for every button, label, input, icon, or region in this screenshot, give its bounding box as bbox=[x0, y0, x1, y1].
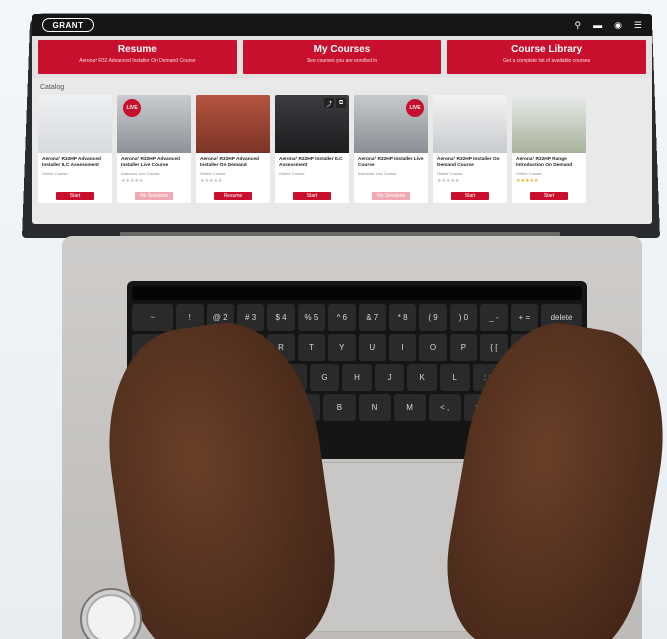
menu-icon[interactable]: ☰ bbox=[634, 20, 642, 31]
course-title: Aerona³ R32HP Advanced Installer Live Co… bbox=[121, 157, 180, 168]
keyboard-key[interactable]: I bbox=[388, 334, 417, 361]
photo-stage: GRANT ⚲ ▬ ◉ ☰ Resume Aerona³ R32 Advance… bbox=[0, 0, 667, 639]
keyboard-key[interactable]: ) 0 bbox=[449, 304, 478, 331]
nav-subtitle: Aerona³ R32 Advanced Installer On Demand… bbox=[79, 58, 196, 64]
nav-subtitle: Get a complete list of available courses bbox=[503, 58, 591, 64]
course-thumbnail bbox=[433, 95, 507, 153]
course-thumbnail bbox=[196, 95, 270, 153]
keyboard-key[interactable]: G bbox=[309, 364, 340, 391]
course-thumbnail bbox=[512, 95, 586, 153]
keyboard-key[interactable]: _ - bbox=[480, 304, 508, 331]
message-icon[interactable]: ▬ bbox=[593, 20, 602, 31]
course-title: Aerona³ R32HP Installer Live Course bbox=[358, 157, 424, 168]
live-badge-icon: LIVE bbox=[406, 99, 424, 117]
course-type: Online Course bbox=[516, 171, 542, 176]
live-badge-icon: LIVE bbox=[123, 99, 141, 117]
rating-stars-icon: ★★★★★ bbox=[121, 178, 144, 184]
share-icon[interactable]: ⤴ bbox=[324, 98, 334, 108]
keyboard-key[interactable]: ( 9 bbox=[419, 304, 447, 331]
share-icons: ⤴ ⧉ bbox=[324, 98, 346, 108]
course-type: Online Course bbox=[42, 171, 68, 176]
keyboard-key[interactable]: T bbox=[297, 334, 326, 361]
rating-stars-icon: ★★★★★ bbox=[516, 178, 539, 184]
keyboard-key[interactable]: N bbox=[358, 394, 391, 421]
user-icon[interactable]: ◉ bbox=[614, 20, 622, 31]
course-title: Aerona³ R32HP Advanced Installer On Dema… bbox=[200, 157, 259, 168]
course-button[interactable]: Start bbox=[56, 192, 94, 200]
rating-stars-icon: ★★★★★ bbox=[200, 178, 223, 184]
keyboard-key[interactable]: K bbox=[407, 364, 437, 391]
course-type: Online Course bbox=[437, 171, 463, 176]
keyboard-key[interactable]: < , bbox=[428, 394, 461, 421]
course-button[interactable]: No Sessions bbox=[135, 192, 173, 200]
keyboard-key[interactable]: ^ 6 bbox=[328, 304, 356, 331]
keyboard-key[interactable]: % 5 bbox=[297, 304, 326, 331]
course-thumbnail: ⤴ ⧉ bbox=[275, 95, 349, 153]
course-card[interactable]: Aerona³ R32HP Advanced Installer On Dema… bbox=[196, 95, 270, 203]
course-title: Aerona³ R32HP Installer On Demand Course bbox=[437, 157, 500, 168]
keyboard-key[interactable]: $ 4 bbox=[267, 304, 295, 331]
course-button[interactable]: Start bbox=[293, 192, 331, 200]
search-icon[interactable]: ⚲ bbox=[574, 20, 581, 31]
course-card[interactable]: Aerona³ R32HP Range Introduction On Dema… bbox=[512, 95, 586, 203]
nav-subtitle: See courses you are enrolled in bbox=[306, 58, 378, 64]
keyboard-key[interactable]: J bbox=[374, 364, 405, 391]
course-card[interactable]: ⤴ ⧉ Aerona³ R32HP Installer ILC Assessme… bbox=[275, 95, 349, 203]
keyboard-key[interactable]: & 7 bbox=[358, 304, 386, 331]
nav-my-courses[interactable]: My Courses See courses you are enrolled … bbox=[242, 40, 442, 74]
keyboard-key[interactable]: B bbox=[323, 394, 356, 421]
keyboard-key[interactable]: L bbox=[439, 364, 470, 391]
course-title: Aerona³ R32HP Advanced Installer ILC Ass… bbox=[42, 157, 101, 168]
keyboard-key[interactable]: P bbox=[449, 334, 478, 361]
link-icon[interactable]: ⧉ bbox=[336, 98, 346, 108]
keyboard-key[interactable]: ~ bbox=[132, 304, 174, 331]
course-button[interactable]: Resume bbox=[214, 192, 252, 200]
course-card[interactable]: Aerona³ R32HP Installer On Demand Course… bbox=[433, 95, 507, 203]
course-type: Online Course bbox=[200, 171, 226, 176]
course-type: Instructor Led Course bbox=[358, 171, 397, 176]
course-card[interactable]: LIVE Aerona³ R32HP Installer Live Course… bbox=[354, 95, 428, 203]
nav-resume[interactable]: Resume Aerona³ R32 Advanced Installer On… bbox=[38, 40, 237, 74]
laptop-screen: GRANT ⚲ ▬ ◉ ☰ Resume Aerona³ R32 Advance… bbox=[32, 14, 652, 224]
nav-cards: Resume Aerona³ R32 Advanced Installer On… bbox=[32, 36, 652, 78]
course-type: Instructor Led Course bbox=[121, 171, 160, 176]
course-button[interactable]: Start bbox=[530, 192, 568, 200]
keyboard-key[interactable]: Y bbox=[328, 334, 356, 361]
keyboard-key[interactable]: H bbox=[342, 364, 372, 391]
grant-logo[interactable]: GRANT bbox=[42, 18, 94, 32]
nav-title: Resume bbox=[117, 44, 157, 55]
keyboard-key[interactable]: * 8 bbox=[388, 304, 417, 331]
course-catalog: Aerona³ R32HP Advanced Installer ILC Ass… bbox=[32, 95, 652, 203]
nav-title: Course Library bbox=[511, 44, 583, 55]
rating-stars-icon: ★★★★★ bbox=[437, 178, 460, 184]
keyboard-key[interactable]: O bbox=[419, 334, 447, 361]
keyboard-key[interactable]: M bbox=[393, 394, 426, 421]
course-button[interactable]: Start bbox=[451, 192, 489, 200]
course-card[interactable]: Aerona³ R32HP Advanced Installer ILC Ass… bbox=[38, 95, 112, 203]
nav-title: My Courses bbox=[313, 44, 371, 55]
nav-course-library[interactable]: Course Library Get a complete list of av… bbox=[447, 40, 647, 74]
header-icons: ⚲ ▬ ◉ ☰ bbox=[574, 20, 642, 31]
course-title: Aerona³ R32HP Installer ILC Assessment bbox=[279, 157, 343, 168]
course-button[interactable]: No Sessions bbox=[372, 192, 410, 200]
course-title: Aerona³ R32HP Range Introduction On Dema… bbox=[516, 157, 573, 168]
catalog-heading: Catalog bbox=[40, 84, 65, 91]
site-header: GRANT ⚲ ▬ ◉ ☰ bbox=[32, 14, 652, 36]
keyboard-key[interactable]: + = bbox=[510, 304, 538, 331]
course-thumbnail: LIVE bbox=[354, 95, 428, 153]
course-thumbnail: LIVE bbox=[117, 95, 191, 153]
course-thumbnail bbox=[38, 95, 112, 153]
touch-bar[interactable] bbox=[132, 286, 582, 300]
course-card[interactable]: LIVE Aerona³ R32HP Advanced Installer Li… bbox=[117, 95, 191, 203]
course-type: Online Course bbox=[279, 171, 305, 176]
keyboard-key[interactable]: U bbox=[358, 334, 386, 361]
